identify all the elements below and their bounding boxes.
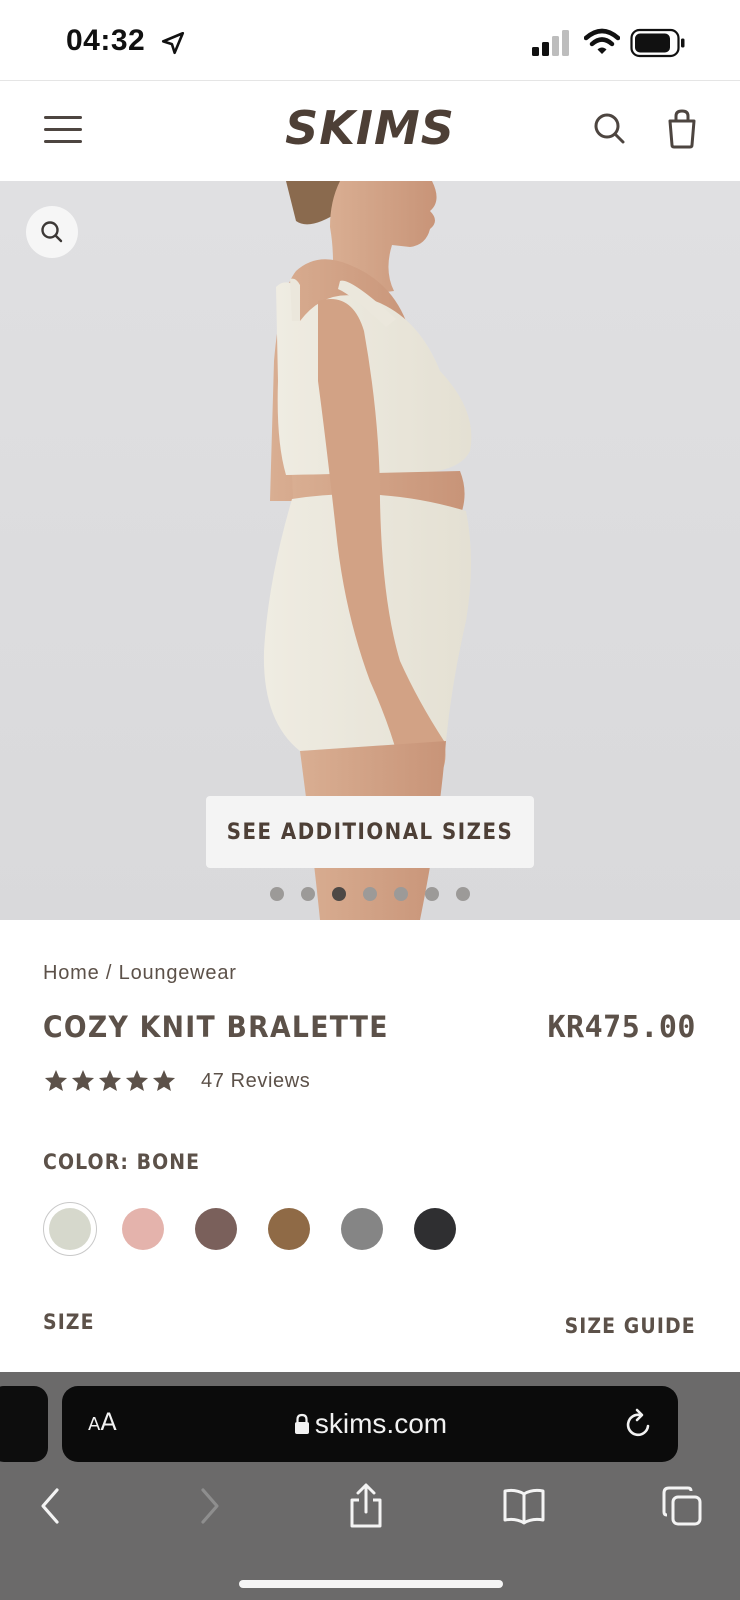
share-button[interactable]	[336, 1476, 396, 1536]
product-rating[interactable]: 47 Reviews	[43, 1068, 310, 1094]
swatch-bone[interactable]	[43, 1202, 97, 1256]
breadcrumb-separator: /	[99, 962, 119, 984]
status-time: 04:32	[66, 24, 146, 57]
swatch-camel[interactable]	[262, 1202, 316, 1256]
swatch-fill	[414, 1208, 456, 1250]
wifi-icon	[584, 28, 620, 54]
see-additional-sizes-button[interactable]: SEE ADDITIONAL SIZES	[206, 796, 534, 868]
url-display[interactable]: skims.com	[62, 1386, 678, 1462]
tabs-button[interactable]	[652, 1476, 712, 1536]
carousel-dot-active[interactable]	[332, 887, 346, 901]
carousel-dot[interactable]	[270, 887, 284, 901]
previous-tab[interactable]	[0, 1386, 48, 1462]
swatch-fill	[195, 1208, 237, 1250]
browser-bottom-bar: AA skims.com	[0, 1372, 740, 1600]
battery-icon	[630, 28, 685, 58]
browser-toolbar	[0, 1476, 740, 1546]
carousel-dot[interactable]	[394, 887, 408, 901]
color-label: COLOR: BONE	[43, 1150, 201, 1174]
star-icon	[125, 1069, 149, 1091]
cellular-signal-icon	[532, 30, 569, 56]
star-icon	[98, 1069, 122, 1091]
swatch-fill	[49, 1208, 91, 1250]
back-icon	[41, 1488, 59, 1524]
swatch-rose[interactable]	[116, 1202, 170, 1256]
search-icon[interactable]	[590, 107, 630, 151]
swatch-fill	[341, 1208, 383, 1250]
carousel-dot[interactable]	[363, 887, 377, 901]
color-swatches	[43, 1202, 462, 1256]
shopping-bag-icon[interactable]	[662, 107, 702, 151]
product-title: COZY KNIT BRALETTE	[43, 1010, 389, 1044]
lock-icon	[294, 1413, 309, 1434]
star-rating	[43, 1068, 177, 1094]
site-header: SKIMS	[0, 81, 740, 181]
size-label: SIZE	[43, 1310, 95, 1334]
reload-icon[interactable]	[622, 1406, 656, 1442]
swatch-mauve-brown[interactable]	[189, 1202, 243, 1256]
forward-icon	[201, 1488, 219, 1524]
swatch-heather-grey[interactable]	[335, 1202, 389, 1256]
breadcrumb-loungewear[interactable]: Loungewear	[119, 962, 237, 984]
zoom-button[interactable]	[26, 206, 78, 258]
location-arrow-icon	[161, 31, 185, 55]
carousel-dot[interactable]	[301, 887, 315, 901]
magnify-icon	[41, 221, 63, 243]
status-bar: 04:32	[0, 0, 740, 80]
breadcrumb: Home / Loungewear	[43, 962, 237, 985]
star-icon	[44, 1069, 68, 1091]
breadcrumb-home[interactable]: Home	[43, 962, 100, 984]
star-icon	[152, 1069, 176, 1091]
carousel-dots	[270, 887, 470, 901]
share-icon	[350, 1483, 382, 1528]
carousel-dot[interactable]	[456, 887, 470, 901]
product-image-carousel[interactable]: SEE ADDITIONAL SIZES	[0, 181, 740, 920]
swatch-onyx[interactable]	[408, 1202, 462, 1256]
swatch-fill	[122, 1208, 164, 1250]
back-button[interactable]	[20, 1476, 80, 1536]
swatch-fill	[268, 1208, 310, 1250]
size-guide-link[interactable]: SIZE GUIDE	[565, 1314, 696, 1338]
tabs-icon	[662, 1486, 702, 1526]
star-icon	[71, 1069, 95, 1091]
address-bar[interactable]: AA skims.com	[62, 1386, 678, 1462]
bookmarks-icon	[503, 1488, 545, 1525]
reviews-link[interactable]: 47 Reviews	[201, 1070, 310, 1093]
home-indicator[interactable]	[239, 1580, 503, 1588]
url-text: skims.com	[314, 1408, 448, 1439]
forward-button[interactable]	[180, 1476, 240, 1536]
bookmarks-button[interactable]	[494, 1476, 554, 1536]
product-price: KR475.00	[547, 1010, 696, 1045]
carousel-dot[interactable]	[425, 887, 439, 901]
